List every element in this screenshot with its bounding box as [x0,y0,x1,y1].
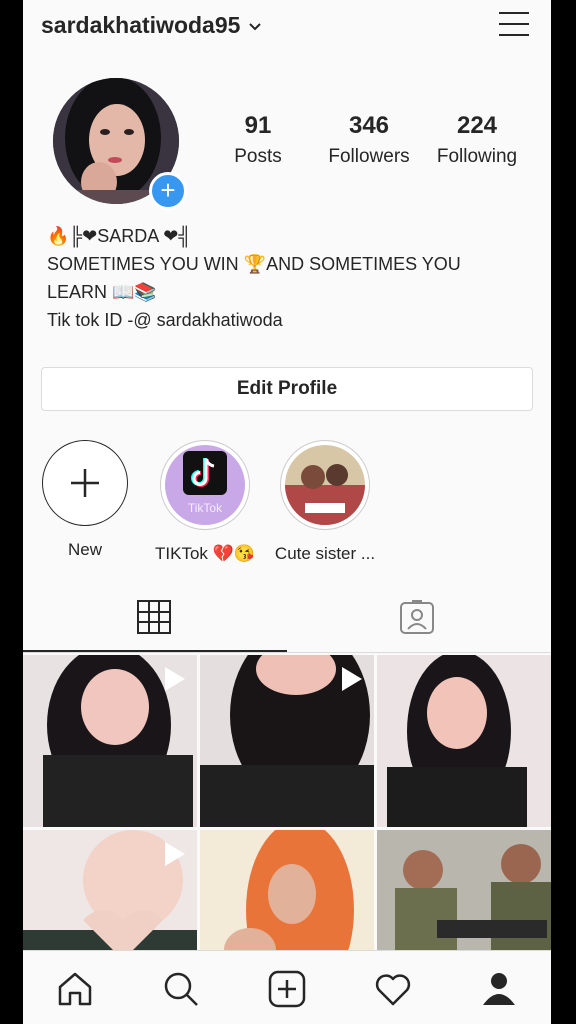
hamburger-menu-icon[interactable] [499,12,529,36]
stat-followers[interactable]: 346 Followers [319,112,419,168]
profile-tabs [23,580,551,654]
post-thumbnail[interactable] [23,655,197,827]
video-play-icon [342,667,362,691]
highlight-new[interactable]: New [33,440,137,560]
bottom-nav [23,950,551,1024]
add-story-icon[interactable]: + [149,172,187,210]
username: sardakhatiwoda95 [41,12,241,38]
highlight-label: Cute sister ... [274,544,376,563]
tiktok-cover: TikTok [165,445,245,525]
posts-count: 91 [244,112,272,139]
followers-label: Followers [328,146,410,167]
home-icon[interactable] [55,969,95,1009]
bio-line: 🔥╠❤SARDA ❤╣ [47,226,192,246]
posts-label: Posts [234,146,282,167]
bio: 🔥╠❤SARDA ❤╣ SOMETIMES YOU WIN 🏆AND SOMET… [47,222,537,334]
highlight-cute-sister[interactable]: Cute sister ... [273,440,377,564]
followers-count: 346 [348,112,390,139]
stat-following[interactable]: 224 Following [427,112,527,168]
post-thumbnail[interactable] [377,655,551,827]
bio-line: Tik tok ID -@ sardakhatiwoda [47,310,283,330]
following-label: Following [436,146,518,167]
following-count: 224 [456,112,498,139]
search-icon[interactable] [161,969,201,1009]
video-play-icon [165,667,185,691]
post-thumbnail[interactable] [200,655,374,827]
highlight-label: TIKTok 💔😘 [155,544,255,563]
top-bar: sardakhatiwoda95 [23,0,551,52]
bio-line: LEARN 📖📚 [47,282,157,302]
grid-icon[interactable] [137,600,171,639]
video-play-icon [165,842,185,866]
tagged-icon[interactable] [400,600,434,639]
highlight-cover-image [285,445,365,525]
chevron-down-icon [248,19,262,35]
divider [23,652,551,653]
tiktok-logo-icon [183,451,227,495]
add-post-icon[interactable] [267,969,307,1009]
heart-icon[interactable] [373,969,413,1009]
tiktok-cover-text: TikTok [187,501,223,515]
stat-posts[interactable]: 91 Posts [223,112,293,168]
highlight-tiktok[interactable]: TikTok TIKTok 💔😘 [153,440,257,564]
plus-icon [42,440,128,526]
username-switcher[interactable]: sardakhatiwoda95 [41,12,262,39]
profile-screen: sardakhatiwoda95 + 91 Posts 346 Follower… [23,0,551,1024]
edit-profile-button[interactable]: Edit Profile [41,367,533,411]
highlight-label: New [67,540,102,559]
bio-line: SOMETIMES YOU WIN 🏆AND SOMETIMES YOU [47,254,461,274]
profile-icon[interactable] [479,969,519,1009]
